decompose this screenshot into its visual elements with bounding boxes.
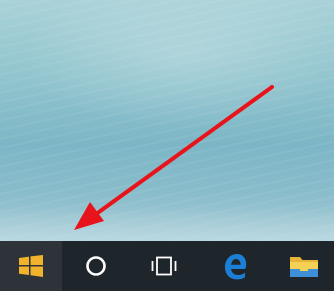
task-view-button[interactable] [134, 241, 194, 291]
cortana-circle-icon [86, 256, 106, 276]
cortana-search-button[interactable] [66, 241, 126, 291]
edge-browser-button[interactable] [205, 241, 265, 291]
task-view-icon [151, 256, 177, 276]
start-button[interactable] [0, 241, 62, 291]
edge-browser-icon [225, 254, 247, 280]
folder-icon [290, 257, 318, 277]
taskbar [0, 241, 334, 291]
file-explorer-button[interactable] [274, 241, 334, 291]
annotation-arrow [74, 85, 274, 230]
windows-logo-icon [19, 255, 43, 277]
